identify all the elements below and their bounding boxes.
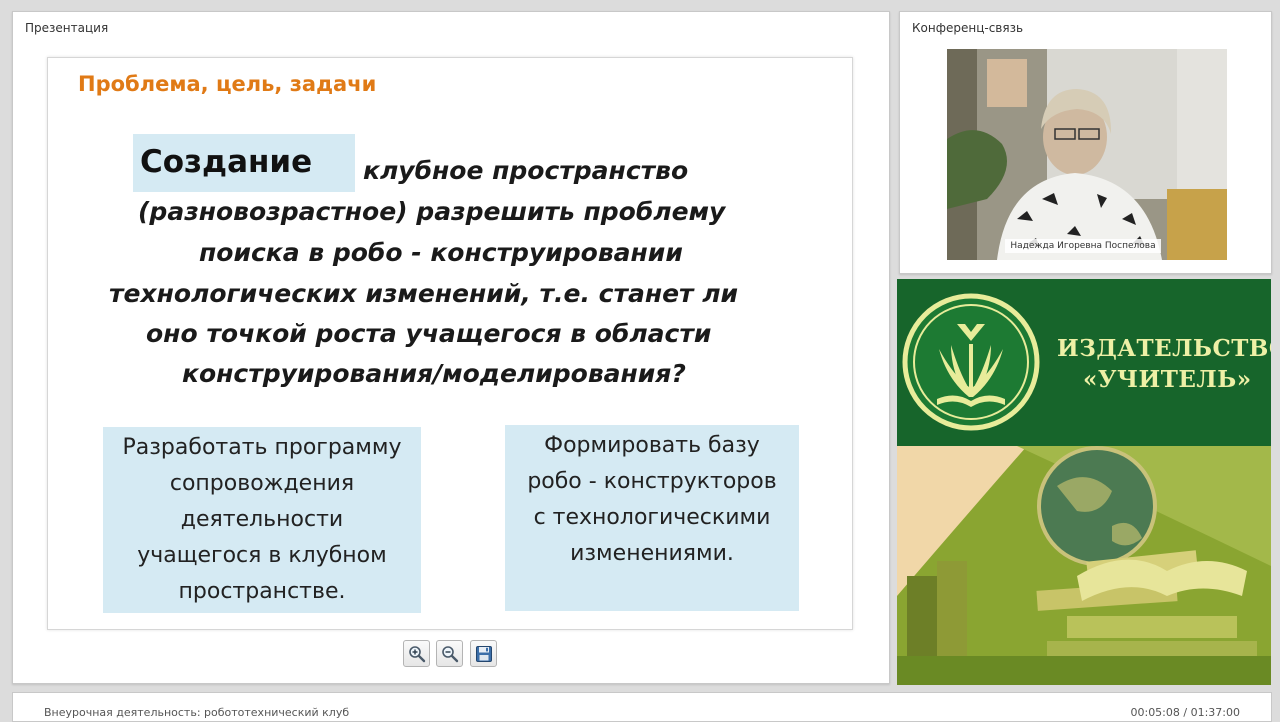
presentation-panel: Презентация Проблема, цель, задачи Созда… (12, 11, 890, 684)
paragraph-line: технологических изменений, т.е. станет л… (109, 279, 739, 308)
task-line: изменениями. (570, 541, 734, 566)
paragraph-line: (разновозрастное) разрешить проблему (138, 197, 726, 226)
task-box-program: Разработать программу сопровождения деят… (103, 427, 421, 613)
task-line: сопровождения (169, 471, 355, 496)
save-icon (476, 646, 492, 662)
banner-books-image (897, 446, 1271, 685)
publisher-logo (902, 293, 1040, 431)
publisher-name-line1: ИЗДАТЕЛЬСТВО (1057, 335, 1271, 362)
task-line: Разработать программу (122, 435, 402, 460)
slide-highlight-word: Создание (140, 144, 313, 180)
presentation-panel-title: Презентация (25, 21, 109, 35)
zoom-in-button[interactable] (403, 640, 430, 667)
zoom-out-button[interactable] (436, 640, 463, 667)
books-globe-illustration (897, 446, 1271, 685)
playback-time: 00:05:08 / 01:37:00 (1130, 706, 1240, 719)
course-title: Внеурочная деятельность: робототехническ… (44, 706, 350, 719)
slide-heading: Проблема, цель, задачи (78, 72, 377, 96)
presentation-slide: Проблема, цель, задачи Создание клубное … (47, 57, 853, 630)
paragraph-line: клубное пространство (363, 156, 689, 185)
speaker-video-feed (947, 49, 1227, 260)
paragraph-line: поиска в робо - конструировании (199, 238, 683, 267)
zoom-out-icon (442, 646, 459, 663)
task-line: Формировать базу (544, 433, 760, 458)
task-line: робо - конструкторов (527, 469, 777, 494)
task-line: пространстве. (178, 579, 346, 604)
publisher-name-line2: «УЧИТЕЛЬ» (1083, 366, 1252, 393)
bottom-status-bar: Внеурочная деятельность: робототехническ… (12, 692, 1272, 722)
banner-top: ИЗДАТЕЛЬСТВО «УЧИТЕЛЬ» (897, 279, 1271, 446)
speaker-name-label: Надежда Игоревна Поспелова (1005, 239, 1161, 253)
paragraph-line: конструирования/моделирования? (182, 359, 686, 388)
paragraph-line: оно точкой роста учащегося в области (146, 319, 712, 348)
conference-panel-title: Конференц-связь (912, 21, 1024, 35)
speaker-video[interactable]: Надежда Игоревна Поспелова (947, 49, 1227, 260)
save-button[interactable] (470, 640, 497, 667)
task-box-database: Формировать базу робо - конструкторов с … (505, 425, 799, 611)
zoom-in-icon (409, 646, 426, 663)
conference-panel: Конференц-связь Надежда Игоревна Поспело… (899, 11, 1272, 274)
task-line: с технологическими (533, 505, 771, 530)
task-line: деятельности (180, 507, 344, 532)
task-line: учащегося в клубном (137, 543, 387, 568)
publisher-banner[interactable]: ИЗДАТЕЛЬСТВО «УЧИТЕЛЬ» (897, 279, 1271, 685)
